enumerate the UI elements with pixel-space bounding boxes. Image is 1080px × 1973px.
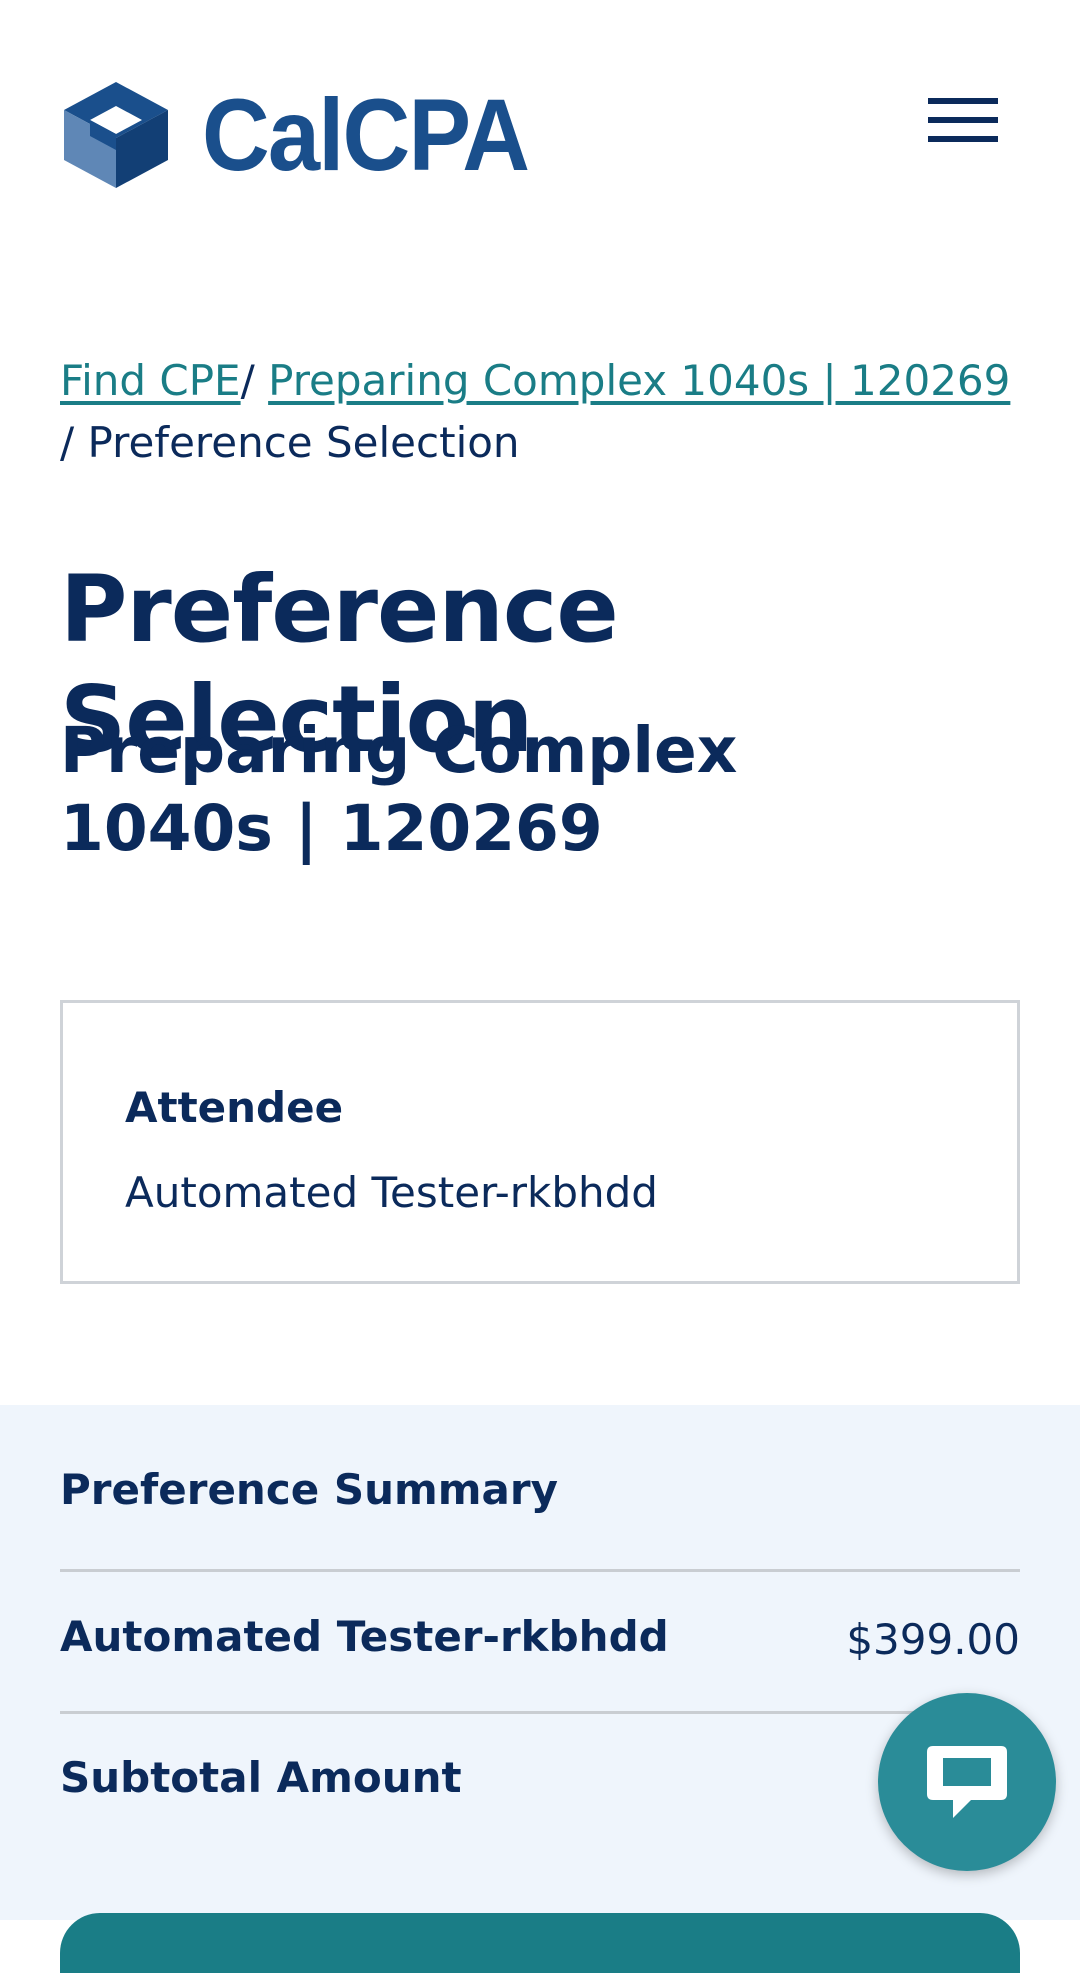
- attendee-name: Automated Tester-rkbhdd: [125, 1168, 658, 1217]
- subtotal-label: Subtotal Amount: [60, 1753, 462, 1802]
- summary-row-value: $399.00: [846, 1615, 1020, 1664]
- brand-name: CalCPA: [202, 78, 530, 192]
- attendee-card: Attendee Automated Tester-rkbhdd: [60, 1000, 1020, 1284]
- breadcrumb: Find CPE/ Preparing Complex 1040s | 1202…: [60, 350, 1020, 474]
- site-header: CalCPA: [0, 0, 1080, 230]
- calcpa-logo-mark-icon: [64, 82, 168, 188]
- breadcrumb-separator: /: [60, 418, 75, 467]
- chat-bubble-icon: [927, 1746, 1007, 1818]
- summary-row-label: Automated Tester-rkbhdd: [60, 1612, 669, 1661]
- chat-button[interactable]: [878, 1693, 1056, 1871]
- summary-heading: Preference Summary: [60, 1465, 558, 1514]
- breadcrumb-separator: /: [240, 356, 255, 405]
- summary-divider: [60, 1569, 1020, 1572]
- continue-button[interactable]: [60, 1913, 1020, 1973]
- attendee-label: Attendee: [125, 1083, 344, 1132]
- hamburger-menu-icon: [928, 98, 998, 142]
- breadcrumb-link-find-cpe[interactable]: Find CPE: [60, 356, 241, 405]
- course-title: Preparing Complex 1040s | 120269: [60, 714, 738, 865]
- breadcrumb-current: Preference Selection: [87, 418, 520, 467]
- calcpa-logo[interactable]: CalCPA: [60, 80, 557, 190]
- summary-divider: [60, 1711, 1020, 1714]
- hamburger-menu-button[interactable]: [918, 80, 1008, 160]
- breadcrumb-link-course[interactable]: Preparing Complex 1040s | 120269: [268, 356, 1010, 405]
